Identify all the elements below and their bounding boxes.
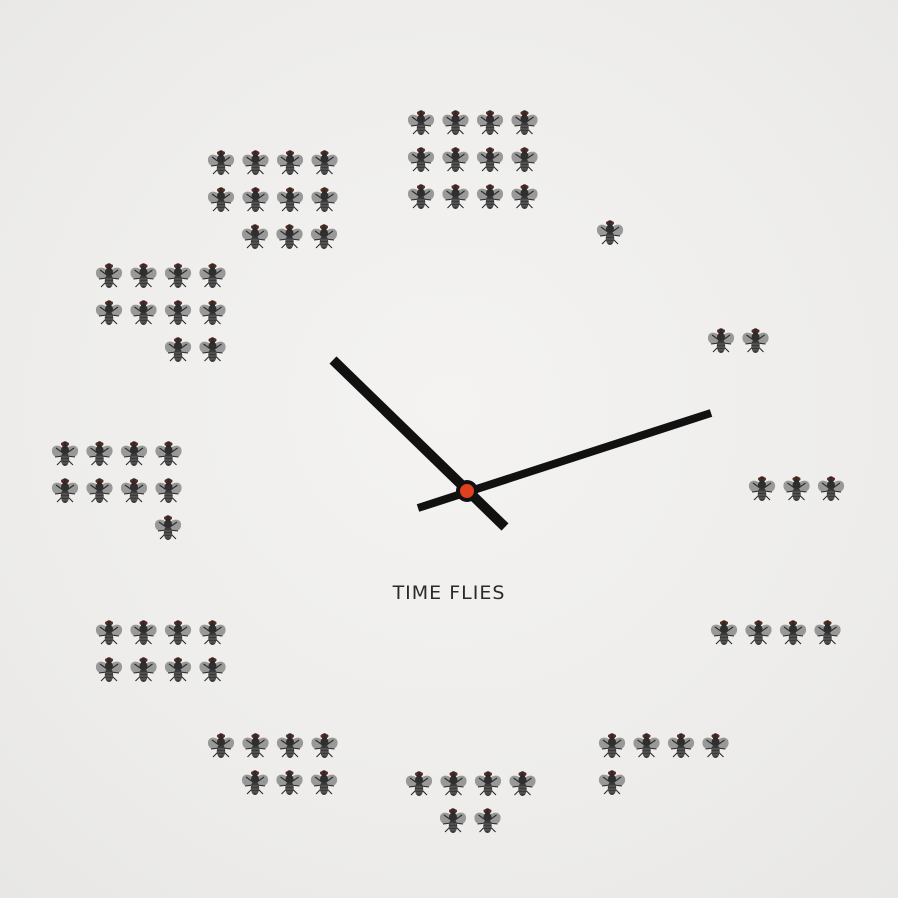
hour-hand (329, 356, 509, 531)
clock-hands (329, 356, 713, 531)
clock-face: TIME FLIES (0, 0, 898, 898)
center-cap-dot (460, 484, 474, 498)
brand-label: TIME FLIES (392, 582, 506, 604)
